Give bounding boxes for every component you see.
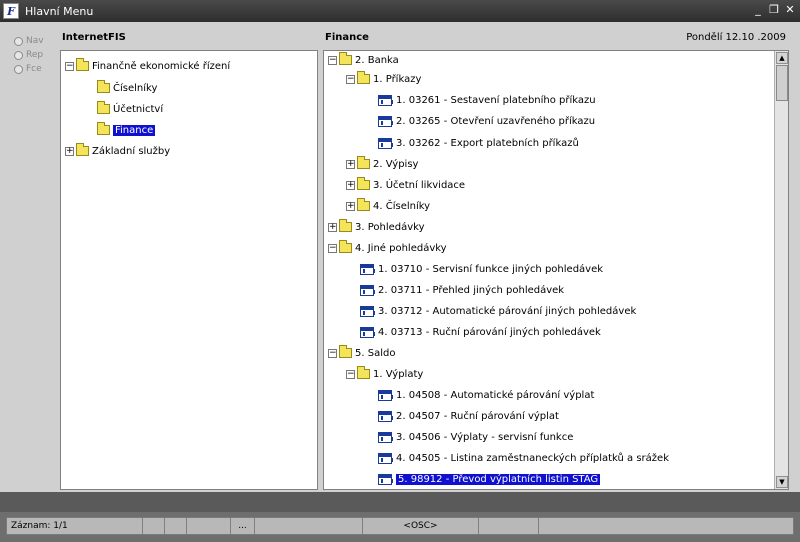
tree-item[interactable]: +2. Výpisy bbox=[346, 156, 418, 171]
radio-icon bbox=[14, 50, 23, 60]
tree-item-selected[interactable]: 5. 98912 - Převod výplatních listin STAG bbox=[378, 472, 601, 486]
tree-item[interactable]: 4. 03713 - Ruční párování jiných pohledá… bbox=[360, 325, 601, 339]
radio-rep[interactable]: Rep bbox=[14, 48, 56, 62]
folder-icon bbox=[339, 52, 352, 65]
folder-icon bbox=[97, 101, 110, 114]
tree-item[interactable]: 3. 03712 - Automatické párování jiných p… bbox=[360, 304, 636, 318]
folder-icon bbox=[357, 156, 370, 169]
folder-icon bbox=[357, 177, 370, 190]
tree-item[interactable]: 2. 04507 - Ruční párování výplat bbox=[378, 409, 559, 423]
form-icon bbox=[378, 452, 393, 464]
tree-item[interactable]: −1. Příkazy bbox=[346, 71, 421, 86]
tree-item[interactable]: +4. Číselníky bbox=[346, 198, 430, 213]
toolbar-strip bbox=[0, 492, 800, 512]
tree-item[interactable]: 1. 03261 - Sestavení platebního příkazu bbox=[378, 93, 596, 107]
expand-icon[interactable]: + bbox=[328, 222, 337, 232]
tree-item[interactable]: 3. 03262 - Export platebních příkazů bbox=[378, 136, 579, 150]
tree-item[interactable]: −5. Saldo bbox=[328, 345, 395, 360]
expand-icon[interactable]: + bbox=[65, 146, 74, 156]
expand-icon[interactable]: + bbox=[346, 180, 355, 190]
folder-icon bbox=[339, 240, 352, 253]
date-label: Pondělí 12.10 .2009 bbox=[686, 32, 786, 43]
status-cell bbox=[143, 518, 165, 534]
navigation-tree[interactable]: − Finančně ekonomické řízení Číselníky Ú… bbox=[60, 50, 318, 490]
collapse-icon[interactable]: − bbox=[65, 61, 74, 71]
status-ellipsis: ... bbox=[231, 518, 255, 534]
form-icon bbox=[378, 410, 393, 422]
radio-icon bbox=[14, 36, 23, 46]
scroll-thumb[interactable] bbox=[776, 65, 788, 101]
folder-icon bbox=[76, 143, 89, 156]
expand-icon[interactable]: + bbox=[346, 159, 355, 169]
right-panel-header: Finance bbox=[325, 32, 369, 43]
tree-item[interactable]: + Základní služby bbox=[65, 143, 170, 158]
tree-item[interactable]: +3. Účetní likvidace bbox=[346, 177, 465, 192]
collapse-icon[interactable]: − bbox=[328, 243, 337, 253]
collapse-icon[interactable]: − bbox=[328, 55, 337, 65]
tree-item[interactable]: Účetnictví bbox=[97, 101, 163, 116]
folder-icon bbox=[357, 366, 370, 379]
status-cell bbox=[479, 518, 539, 534]
form-icon bbox=[360, 305, 375, 317]
form-icon bbox=[378, 115, 393, 127]
form-icon bbox=[378, 473, 393, 485]
form-icon bbox=[378, 94, 393, 106]
tree-item[interactable]: 2. 03711 - Přehled jiných pohledávek bbox=[360, 283, 564, 297]
folder-icon bbox=[76, 58, 89, 71]
collapse-icon[interactable]: − bbox=[346, 74, 355, 84]
expand-icon[interactable]: + bbox=[346, 201, 355, 211]
tree-item[interactable]: Číselníky bbox=[97, 80, 157, 95]
status-cell bbox=[187, 518, 231, 534]
function-tree[interactable]: −2. Banka −1. Příkazy 1. 03261 - Sestave… bbox=[323, 50, 789, 490]
tree-item[interactable]: 3. 04506 - Výplaty - servisní funkce bbox=[378, 430, 573, 444]
main-panel: Nav Rep Fce InternetFIS Finance Pondělí … bbox=[0, 22, 800, 492]
tree-item-selected[interactable]: Finance bbox=[97, 122, 156, 137]
window-title: Hlavní Menu bbox=[25, 4, 94, 18]
vertical-scrollbar[interactable]: ▲ ▼ bbox=[774, 51, 788, 489]
form-icon bbox=[360, 263, 375, 275]
form-icon bbox=[378, 389, 393, 401]
tree-item[interactable]: −2. Banka bbox=[328, 52, 399, 67]
form-icon bbox=[378, 137, 393, 149]
collapse-icon[interactable]: − bbox=[328, 348, 337, 358]
folder-icon bbox=[97, 122, 110, 135]
radio-nav[interactable]: Nav bbox=[14, 34, 56, 48]
folder-icon bbox=[357, 71, 370, 84]
record-counter: Záznam: 1/1 bbox=[7, 518, 143, 534]
ff-icon: F bbox=[3, 3, 19, 19]
form-icon bbox=[360, 326, 375, 338]
status-cell bbox=[165, 518, 187, 534]
status-bar: Záznam: 1/1 ... <OSC> bbox=[0, 512, 800, 542]
tree-item[interactable]: 1. 04508 - Automatické párování výplat bbox=[378, 388, 594, 402]
tree-item[interactable]: −4. Jiné pohledávky bbox=[328, 240, 447, 255]
form-icon bbox=[378, 431, 393, 443]
collapse-icon[interactable]: − bbox=[346, 369, 355, 379]
restore-icon[interactable]: ❐ bbox=[768, 3, 780, 17]
tree-item[interactable]: −1. Výplaty bbox=[346, 366, 423, 381]
tree-item[interactable]: 4. 04505 - Listina zaměstnaneckých přípl… bbox=[378, 451, 669, 465]
mode-radio-group: Nav Rep Fce bbox=[14, 34, 56, 76]
minimize-icon[interactable]: _ bbox=[752, 3, 764, 17]
radio-icon bbox=[14, 64, 23, 74]
folder-icon bbox=[97, 80, 110, 93]
tree-item[interactable]: 1. 03710 - Servisní funkce jiných pohled… bbox=[360, 262, 603, 276]
status-mode: <OSC> bbox=[363, 518, 479, 534]
tree-item[interactable]: − Finančně ekonomické řízení bbox=[65, 58, 230, 73]
form-icon bbox=[360, 284, 375, 296]
scroll-down-icon[interactable]: ▼ bbox=[776, 476, 788, 488]
folder-icon bbox=[339, 345, 352, 358]
radio-fce[interactable]: Fce bbox=[14, 62, 56, 76]
title-bar: F Hlavní Menu _ ❐ ✕ bbox=[0, 0, 800, 22]
folder-icon bbox=[339, 219, 352, 232]
status-cell bbox=[255, 518, 363, 534]
tree-item[interactable]: 2. 03265 - Otevření uzavřeného příkazu bbox=[378, 114, 595, 128]
status-cell bbox=[539, 518, 793, 534]
scroll-up-icon[interactable]: ▲ bbox=[776, 52, 788, 64]
close-icon[interactable]: ✕ bbox=[784, 3, 796, 17]
tree-item[interactable]: +3. Pohledávky bbox=[328, 219, 425, 234]
folder-icon bbox=[357, 198, 370, 211]
left-panel-header: InternetFIS bbox=[62, 32, 126, 43]
